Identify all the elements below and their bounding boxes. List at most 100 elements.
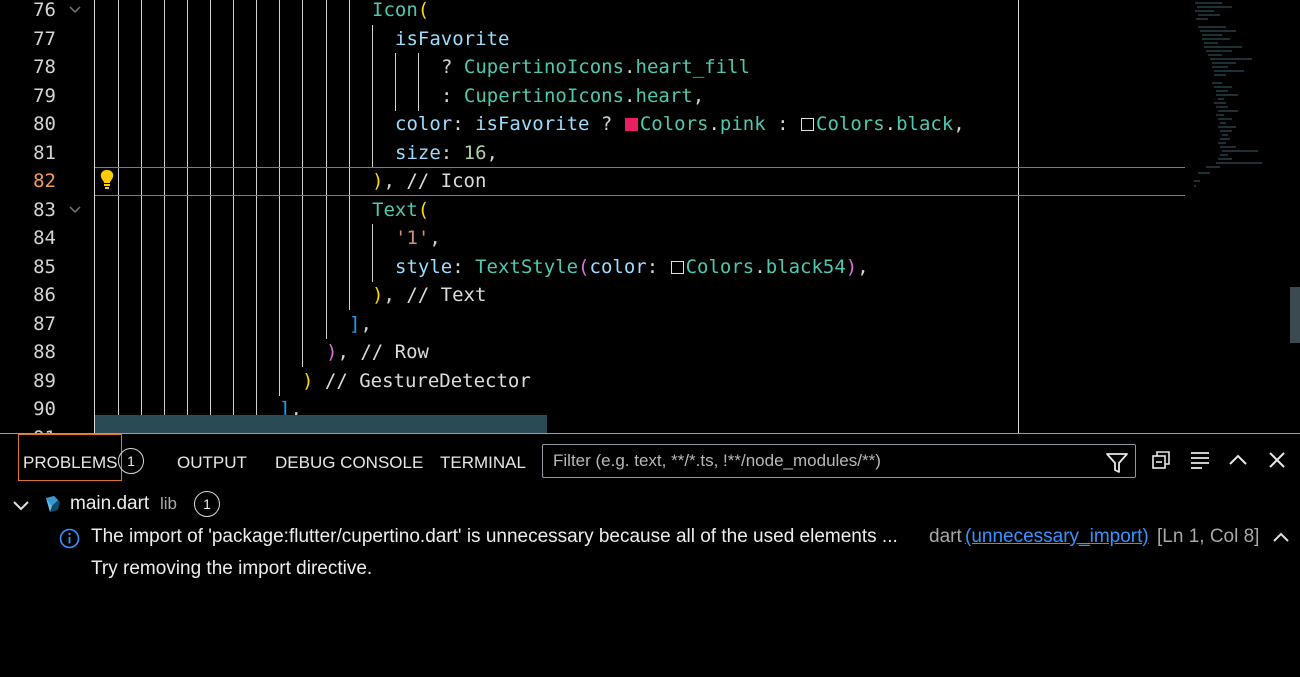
problem-item[interactable]: The import of 'package:flutter/cupertino… (0, 522, 1300, 554)
indent-guide (164, 195, 165, 225)
minimap[interactable] (1192, 0, 1272, 200)
color-swatch[interactable] (801, 118, 814, 131)
tab-output[interactable]: OUTPUT (177, 434, 247, 481)
indent-guide (141, 24, 142, 54)
indent-guide (210, 110, 211, 139)
code-text[interactable]: Icon( (372, 0, 429, 24)
indent-guide (302, 110, 303, 139)
problem-code-link[interactable]: (unnecessary_import) (965, 526, 1149, 548)
indent-guide (326, 0, 327, 25)
indent-guide (256, 338, 257, 367)
bottom-panel: PROBLEMS 1 OUTPUT DEBUG CONSOLE TERMINAL… (0, 433, 1300, 677)
code-text[interactable]: ? CupertinoIcons.heart_fill (441, 53, 750, 81)
problems-filter[interactable] (542, 444, 1136, 478)
indent-guide (279, 24, 280, 54)
indent-guide (279, 366, 280, 396)
current-line-highlight (95, 167, 1185, 196)
indent-guide (279, 309, 280, 339)
code-text[interactable]: : CupertinoIcons.heart, (441, 82, 704, 110)
indent-guide (210, 138, 211, 168)
scrollbar-thumb[interactable] (1290, 287, 1300, 343)
close-panel-icon[interactable] (1264, 447, 1290, 473)
indent-guide (233, 53, 234, 82)
code-text[interactable]: ], (349, 310, 372, 338)
indent-guide (187, 366, 188, 396)
code-token: Colors (816, 113, 885, 135)
indent-guide (210, 81, 211, 111)
code-text[interactable]: '1', (395, 224, 441, 252)
code-line[interactable]: 85 style: TextStyle(color: Colors.black54… (0, 252, 1190, 282)
chevron-down-icon[interactable] (11, 495, 31, 520)
code-line[interactable]: 89) // GestureDetector (0, 366, 1190, 396)
problem-source: dart (929, 526, 962, 547)
line-number: 91 (0, 424, 56, 434)
code-text[interactable]: ), // Text (372, 281, 486, 309)
indent-guide (302, 224, 303, 253)
chevron-up-icon[interactable] (1271, 528, 1291, 553)
tab-terminal[interactable]: TERMINAL (440, 434, 526, 481)
line-number: 80 (33, 113, 56, 135)
indent-guide (118, 338, 119, 367)
code-line[interactable]: 77 isFavorite (0, 24, 1190, 54)
tab-problems[interactable]: PROBLEMS (18, 434, 123, 481)
filter-icon[interactable] (1099, 445, 1135, 481)
indent-guide (187, 252, 188, 282)
code-line[interactable]: 88 ), // Row (0, 338, 1190, 367)
tab-debug-console[interactable]: DEBUG CONSOLE (275, 434, 423, 481)
code-line[interactable]: 78? CupertinoIcons.heart_fill (0, 53, 1190, 82)
indent-guide (349, 81, 350, 111)
color-swatch[interactable] (670, 260, 684, 274)
file-name: main.dart (70, 493, 150, 514)
indent-guide (326, 309, 327, 339)
view-as-list-icon[interactable] (1187, 447, 1213, 473)
indent-guide (279, 338, 280, 367)
code-text[interactable]: size: 16, (395, 139, 498, 167)
code-line[interactable]: 84 '1', (0, 224, 1190, 253)
code-token: black54 (765, 255, 846, 278)
indent-guide (233, 338, 234, 367)
code-token: : (452, 255, 476, 278)
indent-guide (256, 24, 257, 54)
collapse-all-icon[interactable] (1148, 447, 1174, 473)
code-editor[interactable]: 76 Icon(77 isFavorite 78? CupertinoIcons.he… (0, 0, 1300, 433)
code-token: isFavorite (395, 27, 510, 50)
info-icon (59, 528, 80, 554)
code-token: . (624, 84, 636, 107)
code-text[interactable]: isFavorite (395, 25, 509, 53)
indent-guide (210, 281, 211, 310)
code-line[interactable]: 81 size: 16, (0, 138, 1190, 168)
indent-guide (164, 224, 165, 253)
maximize-panel-icon[interactable] (1225, 447, 1251, 473)
code-token: 16 (463, 141, 487, 164)
color-swatch[interactable] (624, 118, 638, 131)
indent-guide (279, 53, 280, 82)
code-text[interactable]: color: isFavorite ? Colors.pink : Colors… (395, 110, 965, 138)
code-text[interactable]: Text( (372, 196, 429, 224)
lightbulb-icon[interactable] (97, 169, 117, 191)
indent-guide (118, 224, 119, 253)
indent-guide (141, 338, 142, 367)
code-line[interactable]: 87], (0, 309, 1190, 339)
code-token: , (360, 312, 372, 335)
code-line[interactable]: 86), // Text (0, 281, 1190, 310)
indent-guide (372, 53, 373, 82)
code-text[interactable]: style: TextStyle(color: Colors.black54), (395, 253, 869, 281)
indent-guide (164, 309, 165, 339)
code-line[interactable]: 79: CupertinoIcons.heart, (0, 81, 1190, 111)
line-number: 88 (33, 341, 56, 363)
code-line[interactable]: 80 color: isFavorite ? Colors.pink : Colo… (0, 110, 1190, 139)
code-text[interactable]: ) // GestureDetector (302, 367, 531, 395)
indent-guide (118, 195, 119, 225)
code-token: , (953, 113, 965, 135)
code-token: : (440, 141, 464, 164)
code-token: . (754, 255, 766, 278)
code-text[interactable]: ), // Row (326, 338, 429, 366)
code-line[interactable]: 83 Text( (0, 195, 1190, 225)
code-line[interactable]: 76 Icon( (0, 0, 1190, 25)
indent-guide (279, 138, 280, 168)
code-token: Icon (372, 0, 418, 21)
indent-guide (164, 281, 165, 310)
file-group-row[interactable]: main.dart lib 1 (0, 489, 1300, 521)
filter-input[interactable] (543, 445, 1113, 477)
